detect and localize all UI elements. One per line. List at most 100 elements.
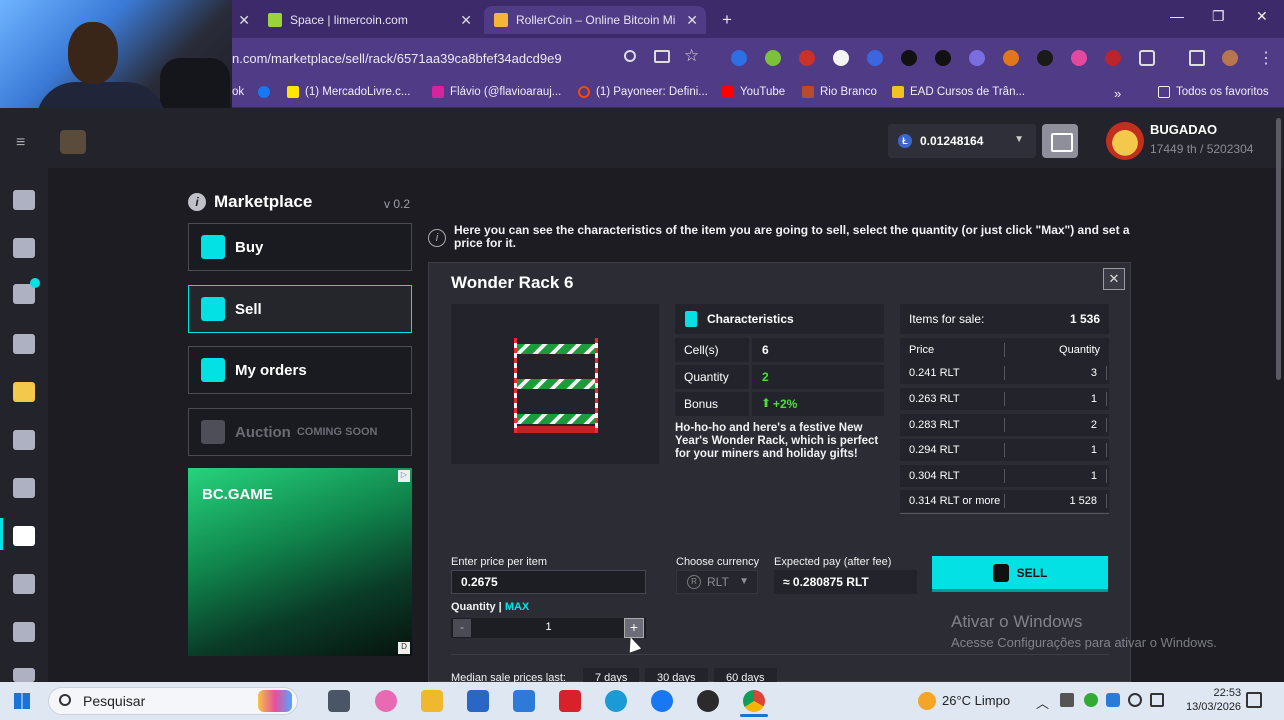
extension-panda-icon[interactable] [833, 50, 849, 66]
extension-a-pink-icon[interactable] [1071, 50, 1087, 66]
info-icon[interactable]: i [188, 193, 206, 211]
bookmark-instagram[interactable]: Flávio (@flavioarauj... [432, 86, 561, 98]
close-icon[interactable]: ✕ [686, 12, 698, 29]
table-row[interactable]: 0.314 RLT or more 1 528 [900, 490, 1109, 512]
metamask-icon[interactable] [1003, 50, 1019, 66]
table-row[interactable]: 0.263 RLT 1 [900, 388, 1109, 410]
wps-icon[interactable] [559, 690, 581, 712]
extension-diamond-icon[interactable] [867, 50, 883, 66]
menu-kebab-icon[interactable]: ⋮ [1258, 48, 1274, 68]
weather-text[interactable]: 26°C Limpo [942, 693, 1010, 708]
extension-shield-icon[interactable] [731, 50, 747, 66]
rollercoin-logo[interactable] [60, 130, 86, 154]
maximize-button[interactable]: ❐ [1212, 8, 1225, 25]
task-view-icon[interactable] [328, 690, 350, 712]
tray-app-icon[interactable] [1060, 693, 1074, 707]
avatar[interactable] [1106, 122, 1144, 160]
close-icon[interactable]: ✕ [238, 12, 250, 29]
username[interactable]: BUGADAO [1150, 122, 1217, 137]
more-icon[interactable] [13, 668, 35, 682]
copilot-icon[interactable] [375, 690, 397, 712]
bookmark-ead[interactable]: EAD Cursos de Trân... [892, 86, 1025, 98]
gamepad-icon[interactable] [13, 238, 35, 258]
decrement-button[interactable]: - [453, 619, 471, 637]
scrollbar[interactable] [1276, 118, 1281, 380]
tasks-icon[interactable] [13, 430, 35, 450]
nav-buy-button[interactable]: Buy [188, 223, 412, 271]
table-row[interactable]: 0.241 RLT 3 [900, 362, 1109, 384]
store-icon[interactable] [467, 690, 489, 712]
bookmark-mercadolivre[interactable]: (1) MercadoLivre.c... [287, 86, 410, 98]
window-close-button[interactable]: ✕ [1256, 8, 1268, 25]
volume-icon[interactable] [1150, 693, 1164, 707]
home-icon[interactable] [13, 190, 35, 210]
nav-auction-button[interactable]: Auction COMING SOON [188, 408, 412, 456]
ad-close-icon[interactable]: D [398, 642, 410, 654]
price-input[interactable]: 0.2675 [451, 570, 646, 594]
cart-icon[interactable] [13, 478, 35, 498]
taskbar-clock[interactable]: 22:53 13/03/2026 [1186, 686, 1241, 714]
wallet-button[interactable] [1042, 124, 1078, 158]
extension-hc-icon[interactable] [1105, 50, 1121, 66]
chevron-up-icon[interactable]: ︿ [1036, 693, 1049, 712]
edge-icon[interactable] [605, 690, 627, 712]
extension-pen-icon[interactable] [1037, 50, 1053, 66]
bookmark-star-icon[interactable]: ☆ [684, 46, 699, 66]
currency-select[interactable]: R RLT ▼ [676, 570, 758, 594]
quantity-value[interactable]: 1 [451, 621, 646, 633]
extension-red-icon[interactable] [799, 50, 815, 66]
bookmark-riobranco[interactable]: Rio Branco [802, 86, 877, 98]
bookmark-item[interactable]: ok [232, 86, 244, 98]
tab-rollercoin[interactable]: RollerCoin – Online Bitcoin Mi… ✕ [484, 6, 706, 34]
chrome-icon[interactable] [743, 690, 765, 712]
advertisement-banner[interactable]: BC.GAME ▷ D [188, 468, 412, 656]
cast-icon[interactable] [654, 50, 670, 63]
tab-limercoin[interactable]: Space | limercoin.com ✕ [258, 6, 480, 34]
all-bookmarks[interactable]: Todos os favoritos [1158, 86, 1269, 98]
extension-chart-icon[interactable] [765, 50, 781, 66]
balance-selector[interactable]: Ł 0.01248164 ▼ [888, 124, 1036, 158]
outlook-icon[interactable] [513, 690, 535, 712]
bookmark-payoneer[interactable]: (1) Payoneer: Defini... [578, 86, 708, 98]
copilot-highlight-icon[interactable] [258, 690, 292, 712]
crown-icon[interactable] [13, 382, 35, 402]
table-row[interactable]: 0.304 RLT 1 [900, 465, 1109, 487]
tray-blue-icon[interactable] [1106, 693, 1120, 707]
bank-icon[interactable] [13, 574, 35, 594]
marketplace-icon[interactable] [13, 526, 35, 546]
nav-sell-button[interactable]: Sell [188, 285, 412, 333]
adchoices-icon[interactable]: ▷ [398, 470, 410, 482]
zoom-icon[interactable] [624, 50, 636, 62]
notifications-icon[interactable] [1246, 692, 1262, 708]
wifi-icon[interactable] [1128, 693, 1142, 707]
table-row[interactable]: 0.294 RLT 1 [900, 439, 1109, 461]
tray-green-icon[interactable] [1084, 693, 1098, 707]
calendar-icon[interactable] [13, 334, 35, 354]
close-icon[interactable]: ✕ [460, 12, 472, 29]
bookmark-youtube[interactable]: YouTube [722, 86, 785, 98]
profile-avatar[interactable] [1222, 50, 1238, 66]
row-qty: 1 528 [1069, 495, 1097, 507]
nav-my-orders-button[interactable]: My orders [188, 346, 412, 394]
facebook-app-icon[interactable] [651, 690, 673, 712]
quantity-stepper[interactable]: 1 - + [451, 618, 646, 638]
reading-list-icon[interactable] [1189, 50, 1205, 66]
url-field[interactable]: n.com/marketplace/sell/rack/6571aa39ca8b… [232, 46, 712, 72]
close-button[interactable]: ✕ [1103, 268, 1125, 290]
windows-start-icon[interactable] [14, 693, 30, 709]
new-tab-button[interactable]: + [712, 6, 736, 34]
obs-icon[interactable] [697, 690, 719, 712]
extension-a-icon[interactable] [901, 50, 917, 66]
file-explorer-icon[interactable] [421, 690, 443, 712]
menu-toggle-icon[interactable]: ≡ [16, 134, 25, 152]
minimize-button[interactable]: — [1170, 8, 1184, 24]
max-button[interactable]: MAX [505, 601, 529, 613]
bookmark-facebook[interactable] [258, 86, 276, 98]
sell-button[interactable]: SELL [932, 556, 1108, 592]
gift-icon[interactable] [13, 622, 35, 642]
extension-tool-icon[interactable] [935, 50, 951, 66]
extension-cloud-icon[interactable] [969, 50, 985, 66]
table-row[interactable]: 0.283 RLT 2 [900, 414, 1109, 436]
extensions-puzzle-icon[interactable] [1139, 50, 1155, 66]
bookmarks-overflow[interactable]: » [1114, 86, 1121, 101]
